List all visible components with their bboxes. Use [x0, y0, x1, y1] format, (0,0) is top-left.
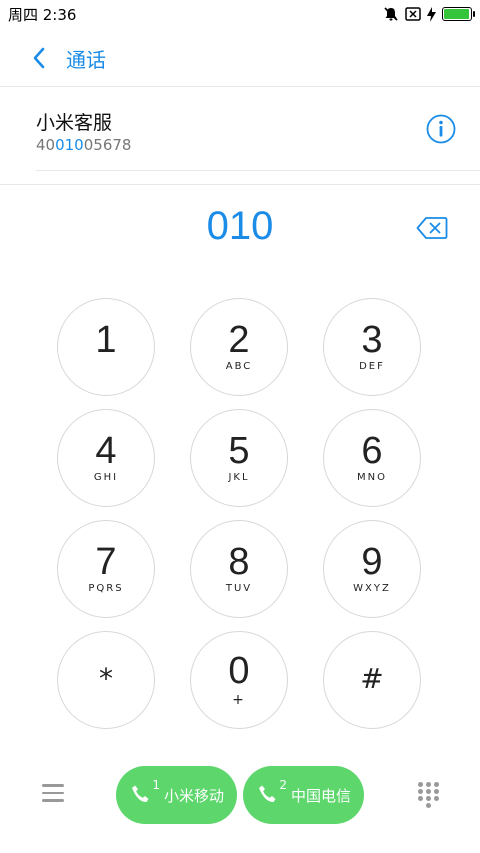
call-label: 小米移动 [164, 786, 225, 805]
key-1[interactable]: 1 [57, 298, 155, 396]
dialpad-toggle-icon[interactable] [418, 782, 440, 810]
page-title: 通话 [66, 48, 106, 72]
bottom-bar: 1 小米移动 2 中国电信 [0, 764, 480, 826]
back-icon[interactable] [30, 44, 50, 72]
no-sim-icon [405, 7, 421, 21]
key-6[interactable]: 6 MNO [323, 409, 421, 507]
number-prefix: 40 [36, 136, 56, 154]
key-letters: ABC [225, 361, 253, 372]
sim-number: 1 [152, 778, 160, 792]
key-4[interactable]: 4 GHI [57, 409, 155, 507]
key-letters: MNO [357, 472, 387, 483]
sim-number: 2 [279, 778, 287, 792]
key-digit: 6 [361, 430, 383, 472]
key-digit: 8 [228, 541, 250, 583]
key-digit: # [360, 662, 384, 695]
key-0[interactable]: 0 + [190, 631, 288, 729]
charging-icon [427, 6, 436, 22]
key-digit: 0 [228, 650, 250, 692]
key-digit: 4 [95, 430, 117, 472]
number-match: 010 [55, 136, 84, 154]
key-9[interactable]: 9 WXYZ [323, 520, 421, 618]
key-2[interactable]: 2 ABC [190, 298, 288, 396]
battery-icon [442, 7, 475, 21]
status-bar: 周四 2:36 [0, 0, 480, 28]
contact-divider [36, 170, 480, 171]
key-digit: 1 [95, 319, 117, 361]
call-label: 中国电信 [291, 786, 352, 805]
status-time: 周四 2:36 [8, 6, 77, 24]
dial-input-area: 010 [0, 200, 480, 260]
status-icons [383, 5, 475, 23]
call-sim1-button[interactable]: 1 小米移动 [116, 766, 237, 824]
mute-icon [384, 7, 398, 21]
contact-suggestion[interactable]: 小米客服 4001005678 [0, 88, 480, 172]
number-suffix: 05678 [83, 136, 132, 154]
key-letters: + [232, 692, 246, 708]
key-star[interactable]: * [57, 631, 155, 729]
input-divider [0, 184, 480, 185]
key-digit: 9 [361, 541, 383, 583]
key-digit: 5 [228, 430, 250, 472]
dialed-number[interactable]: 010 [0, 204, 480, 249]
contact-number: 4001005678 [36, 136, 131, 154]
menu-icon[interactable] [42, 784, 64, 804]
key-3[interactable]: 3 DEF [323, 298, 421, 396]
key-letters: TUV [225, 583, 253, 594]
info-icon[interactable] [426, 114, 456, 144]
key-digit: 3 [361, 319, 383, 361]
key-letters: JKL [228, 472, 250, 483]
key-digit: * [99, 662, 113, 695]
key-digit: 7 [95, 541, 117, 583]
key-letters: WXYZ [353, 583, 391, 594]
key-7[interactable]: 7 PQRS [57, 520, 155, 618]
call-sim2-button[interactable]: 2 中国电信 [243, 766, 364, 824]
key-hash[interactable]: # [323, 631, 421, 729]
phone-icon: 1 [130, 778, 160, 806]
key-letters: PQRS [88, 583, 124, 594]
backspace-icon[interactable] [416, 216, 448, 240]
header-divider [0, 86, 480, 87]
contact-name: 小米客服 [36, 112, 113, 134]
phone-icon: 2 [257, 778, 287, 806]
key-letters: DEF [359, 361, 385, 372]
key-5[interactable]: 5 JKL [190, 409, 288, 507]
key-digit: 2 [228, 319, 250, 361]
key-8[interactable]: 8 TUV [190, 520, 288, 618]
header: 通话 [0, 30, 480, 86]
key-letters: GHI [93, 472, 119, 483]
